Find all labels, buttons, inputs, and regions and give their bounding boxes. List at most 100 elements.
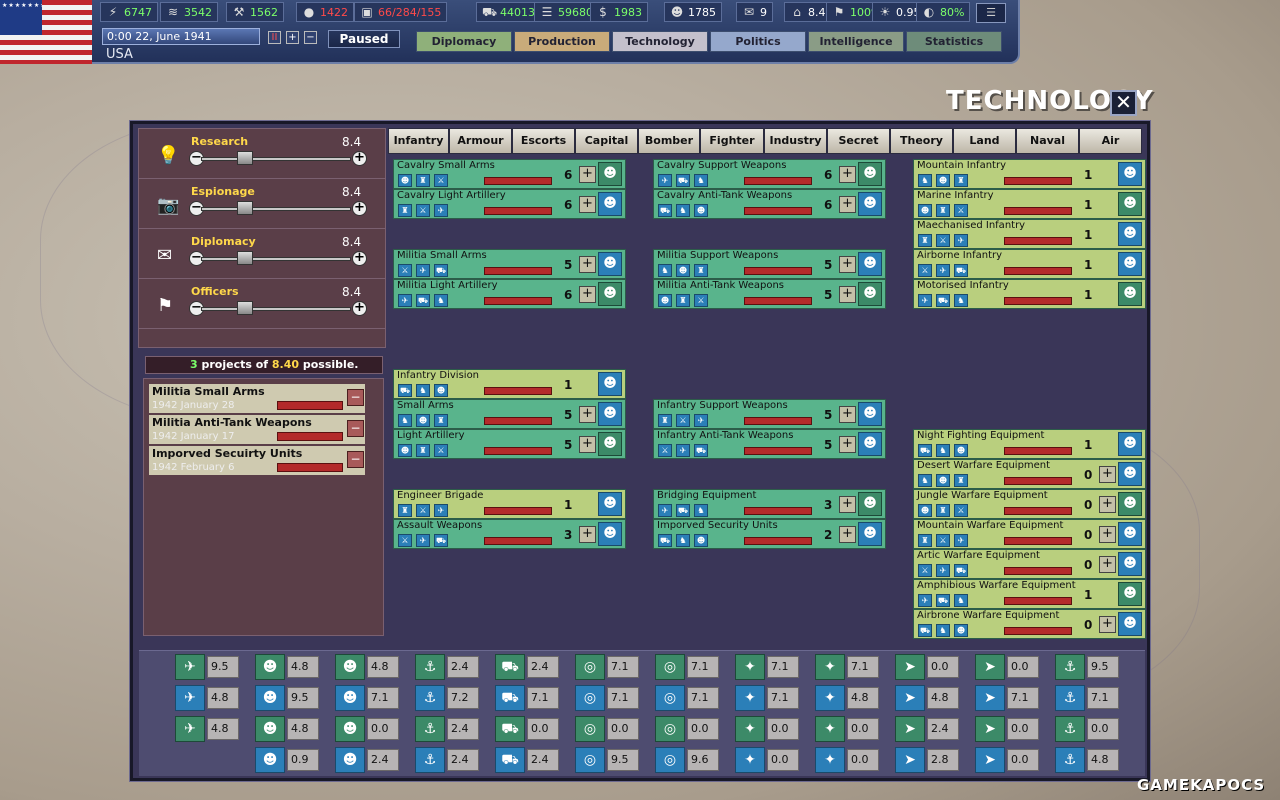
stat-item[interactable]: ◎ 0.0: [575, 716, 639, 742]
stat-item[interactable]: ✦ 4.8: [815, 685, 879, 711]
tab-naval[interactable]: Naval: [1016, 128, 1079, 154]
close-button[interactable]: ✕: [1110, 90, 1137, 116]
stat-item[interactable]: ➤ 7.1: [975, 685, 1039, 711]
stat-item[interactable]: ⚓ 7.1: [1055, 685, 1119, 711]
research-button[interactable]: +: [1099, 466, 1116, 483]
resource-item[interactable]: ⌂ 8.4: [784, 2, 832, 22]
research-button[interactable]: +: [1099, 496, 1116, 513]
research-button[interactable]: +: [579, 286, 596, 303]
slider-track[interactable]: [201, 207, 351, 211]
research-button[interactable]: +: [839, 286, 856, 303]
stat-item[interactable]: ⛟ 7.1: [495, 685, 559, 711]
tab-land[interactable]: Land: [953, 128, 1016, 154]
stat-item[interactable]: ⛟ 0.0: [495, 716, 559, 742]
tab-fighter[interactable]: Fighter: [700, 128, 764, 154]
tab-theory[interactable]: Theory: [890, 128, 953, 154]
tech-card[interactable]: Bridging Equipment ✈ ⛟ ♞ 3 + ☻: [653, 489, 886, 519]
tech-card[interactable]: Engineer Brigade ♜ ⚔ ✈ 1 ☻: [393, 489, 626, 519]
research-button[interactable]: +: [839, 166, 856, 183]
stat-item[interactable]: ✦ 7.1: [735, 685, 799, 711]
tech-card[interactable]: Assault Weapons ⚔ ✈ ⛟ 3 + ☻: [393, 519, 626, 549]
stat-item[interactable]: ☻ 0.0: [335, 716, 399, 742]
tech-card[interactable]: Militia Anti-Tank Weapons ☻ ♜ ⚔ 5 + ☻: [653, 279, 886, 309]
stat-item[interactable]: ◎ 9.5: [575, 747, 639, 773]
remove-button[interactable]: −: [347, 451, 364, 468]
research-button[interactable]: +: [579, 406, 596, 423]
tech-card[interactable]: Cavalry Light Artillery ♜ ⚔ ✈ 6 + ☻: [393, 189, 626, 219]
resource-item[interactable]: ⚒ 1562: [226, 2, 284, 22]
speed-down-button[interactable]: −: [304, 31, 317, 44]
stat-item[interactable]: ⚓ 0.0: [1055, 716, 1119, 742]
tech-card[interactable]: Light Artillery ☻ ♜ ⚔ 5 + ☻: [393, 429, 626, 459]
tech-card[interactable]: Militia Support Weapons ♞ ☻ ♜ 5 + ☻: [653, 249, 886, 279]
resource-item[interactable]: ☻ 1785: [664, 2, 722, 22]
tech-card[interactable]: Infantry Support Weapons ♜ ⚔ ✈ 5 + ☻: [653, 399, 886, 429]
slider-plus-button[interactable]: +: [352, 251, 367, 266]
menu-tab[interactable]: Production: [514, 31, 610, 52]
slider-track[interactable]: [201, 307, 351, 311]
stat-item[interactable]: ☻ 7.1: [335, 685, 399, 711]
tech-card[interactable]: Infantry Anti-Tank Weapons ⚔ ✈ ⛟ 5 + ☻: [653, 429, 886, 459]
tech-card[interactable]: Militia Light Artillery ✈ ⛟ ♞ 6 + ☻: [393, 279, 626, 309]
research-button[interactable]: +: [839, 406, 856, 423]
stat-item[interactable]: ◎ 7.1: [655, 654, 719, 680]
menu-icon[interactable]: ☰: [976, 3, 1006, 23]
tech-card[interactable]: Militia Small Arms ⚔ ✈ ⛟ 5 + ☻: [393, 249, 626, 279]
stat-item[interactable]: ➤ 2.4: [895, 716, 959, 742]
stat-item[interactable]: ✈ 4.8: [175, 685, 239, 711]
stat-item[interactable]: ☻ 4.8: [255, 716, 319, 742]
menu-tab[interactable]: Intelligence: [808, 31, 904, 52]
resource-item[interactable]: ▣ 66/284/155: [354, 2, 448, 22]
slider-handle[interactable]: [237, 251, 253, 265]
stat-item[interactable]: ➤ 0.0: [975, 654, 1039, 680]
stat-item[interactable]: ◎ 7.1: [575, 654, 639, 680]
resource-item[interactable]: ◐ 80%: [916, 2, 971, 22]
stat-item[interactable]: ➤ 2.8: [895, 747, 959, 773]
pause-button[interactable]: II: [268, 31, 281, 44]
research-button[interactable]: +: [839, 196, 856, 213]
stat-item[interactable]: ⛟ 2.4: [495, 654, 559, 680]
queue-item[interactable]: Militia Small Arms 1942 January 28 −: [149, 384, 365, 413]
research-button[interactable]: +: [579, 436, 596, 453]
tab-secret[interactable]: Secret: [827, 128, 890, 154]
tab-escorts[interactable]: Escorts: [512, 128, 575, 154]
stat-item[interactable]: ☻ 0.9: [255, 747, 319, 773]
resource-item[interactable]: ● 1422: [296, 2, 354, 22]
tech-card[interactable]: Airbrone Warfare Equipment ⛟ ♞ ☻ 0 + ☻: [913, 609, 1146, 639]
tech-card[interactable]: Airborne Infantry ⚔ ✈ ⛟ 1 ☻: [913, 249, 1146, 279]
tab-capital[interactable]: Capital: [575, 128, 638, 154]
resource-item[interactable]: ≋ 3542: [160, 2, 218, 22]
slider-handle[interactable]: [237, 151, 253, 165]
country-flag[interactable]: ★★★★★★★★★★★★★★★★★★★★★★★★★★★★★★: [0, 0, 92, 64]
research-button[interactable]: +: [839, 526, 856, 543]
remove-button[interactable]: −: [347, 420, 364, 437]
stat-item[interactable]: ✦ 0.0: [735, 716, 799, 742]
stat-item[interactable]: ☻ 9.5: [255, 685, 319, 711]
stat-item[interactable]: ⚓ 2.4: [415, 716, 479, 742]
tab-infantry[interactable]: Infantry: [388, 128, 449, 154]
stat-item[interactable]: ◎ 7.1: [575, 685, 639, 711]
stat-item[interactable]: ✦ 7.1: [815, 654, 879, 680]
slider-plus-button[interactable]: +: [352, 201, 367, 216]
tech-card[interactable]: Desert Warfare Equipment ♞ ☻ ♜ 0 + ☻: [913, 459, 1146, 489]
tab-armour[interactable]: Armour: [449, 128, 512, 154]
tech-card[interactable]: Artic Warfare Equipment ⚔ ✈ ⛟ 0 + ☻: [913, 549, 1146, 579]
stat-item[interactable]: ➤ 0.0: [975, 716, 1039, 742]
menu-tab[interactable]: Politics: [710, 31, 806, 52]
tech-card[interactable]: Mountain Warfare Equipment ♜ ⚔ ✈ 0 + ☻: [913, 519, 1146, 549]
tech-card[interactable]: Motorised Infantry ✈ ⛟ ♞ 1 ☻: [913, 279, 1146, 309]
tech-card[interactable]: Night Fighting Equipment ⛟ ♞ ☻ 1 ☻: [913, 429, 1146, 459]
stat-item[interactable]: ⚓ 7.2: [415, 685, 479, 711]
stat-item[interactable]: ⚓ 2.4: [415, 747, 479, 773]
research-button[interactable]: +: [579, 256, 596, 273]
speed-up-button[interactable]: +: [286, 31, 299, 44]
stat-item[interactable]: ⚓ 2.4: [415, 654, 479, 680]
research-button[interactable]: +: [1099, 526, 1116, 543]
stat-item[interactable]: ⚓ 4.8: [1055, 747, 1119, 773]
stat-item[interactable]: ✈ 9.5: [175, 654, 239, 680]
research-button[interactable]: +: [1099, 556, 1116, 573]
resource-item[interactable]: $1983: [590, 2, 648, 22]
research-button[interactable]: +: [839, 436, 856, 453]
research-button[interactable]: +: [839, 496, 856, 513]
remove-button[interactable]: −: [347, 389, 364, 406]
